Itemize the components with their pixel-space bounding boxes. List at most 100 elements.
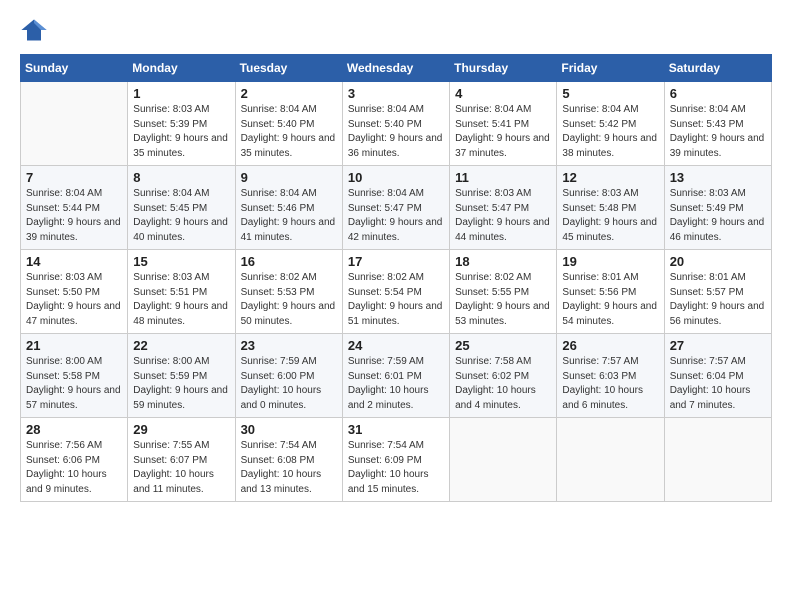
calendar-page: SundayMondayTuesdayWednesdayThursdayFrid… <box>0 0 792 518</box>
day-info: Sunrise: 7:55 AMSunset: 6:07 PMDaylight:… <box>133 439 229 497</box>
week-row-5: 28 Sunrise: 7:56 AMSunset: 6:06 PMDayligh… <box>21 418 772 502</box>
weekday-header-saturday: Saturday <box>664 55 771 82</box>
day-number: 4 <box>455 86 551 101</box>
day-number: 31 <box>348 422 444 437</box>
day-number: 5 <box>562 86 658 101</box>
calendar-table: SundayMondayTuesdayWednesdayThursdayFrid… <box>20 54 772 502</box>
day-cell <box>21 82 128 166</box>
day-number: 20 <box>670 254 766 269</box>
day-number: 29 <box>133 422 229 437</box>
day-number: 19 <box>562 254 658 269</box>
day-cell: 24 Sunrise: 7:59 AMSunset: 6:01 PMDayligh… <box>342 334 449 418</box>
day-cell: 10 Sunrise: 8:04 AMSunset: 5:47 PMDayligh… <box>342 166 449 250</box>
day-number: 10 <box>348 170 444 185</box>
day-cell: 28 Sunrise: 7:56 AMSunset: 6:06 PMDayligh… <box>21 418 128 502</box>
day-info: Sunrise: 8:00 AMSunset: 5:59 PMDaylight:… <box>133 355 229 413</box>
day-number: 3 <box>348 86 444 101</box>
day-info: Sunrise: 8:02 AMSunset: 5:54 PMDaylight:… <box>348 271 444 329</box>
day-info: Sunrise: 8:00 AMSunset: 5:58 PMDaylight:… <box>26 355 122 413</box>
day-cell: 31 Sunrise: 7:54 AMSunset: 6:09 PMDayligh… <box>342 418 449 502</box>
day-info: Sunrise: 8:03 AMSunset: 5:49 PMDaylight:… <box>670 187 766 245</box>
day-cell: 29 Sunrise: 7:55 AMSunset: 6:07 PMDayligh… <box>128 418 235 502</box>
weekday-header-thursday: Thursday <box>450 55 557 82</box>
day-number: 30 <box>241 422 337 437</box>
day-cell: 22 Sunrise: 8:00 AMSunset: 5:59 PMDayligh… <box>128 334 235 418</box>
day-cell: 25 Sunrise: 7:58 AMSunset: 6:02 PMDayligh… <box>450 334 557 418</box>
day-info: Sunrise: 7:54 AMSunset: 6:09 PMDaylight:… <box>348 439 444 497</box>
day-number: 25 <box>455 338 551 353</box>
day-number: 2 <box>241 86 337 101</box>
day-info: Sunrise: 8:03 AMSunset: 5:39 PMDaylight:… <box>133 103 229 161</box>
day-cell: 12 Sunrise: 8:03 AMSunset: 5:48 PMDayligh… <box>557 166 664 250</box>
day-number: 8 <box>133 170 229 185</box>
weekday-header-row: SundayMondayTuesdayWednesdayThursdayFrid… <box>21 55 772 82</box>
day-info: Sunrise: 8:04 AMSunset: 5:40 PMDaylight:… <box>241 103 337 161</box>
day-cell <box>450 418 557 502</box>
day-number: 18 <box>455 254 551 269</box>
day-cell: 2 Sunrise: 8:04 AMSunset: 5:40 PMDaylight… <box>235 82 342 166</box>
day-cell: 3Sunrise: 8:04 AMSunset: 5:40 PMDaylight… <box>342 82 449 166</box>
day-number: 13 <box>670 170 766 185</box>
day-info: Sunrise: 7:54 AMSunset: 6:08 PMDaylight:… <box>241 439 337 497</box>
logo-icon <box>20 16 48 44</box>
day-number: 26 <box>562 338 658 353</box>
weekday-header-sunday: Sunday <box>21 55 128 82</box>
day-cell: 9 Sunrise: 8:04 AMSunset: 5:46 PMDaylight… <box>235 166 342 250</box>
day-number: 17 <box>348 254 444 269</box>
day-number: 23 <box>241 338 337 353</box>
day-cell: 27 Sunrise: 7:57 AMSunset: 6:04 PMDayligh… <box>664 334 771 418</box>
day-info: Sunrise: 8:04 AMSunset: 5:44 PMDaylight:… <box>26 187 122 245</box>
day-number: 21 <box>26 338 122 353</box>
day-info: Sunrise: 8:04 AMSunset: 5:42 PMDaylight:… <box>562 103 658 161</box>
day-cell: 5 Sunrise: 8:04 AMSunset: 5:42 PMDaylight… <box>557 82 664 166</box>
day-cell: 19 Sunrise: 8:01 AMSunset: 5:56 PMDayligh… <box>557 250 664 334</box>
day-cell: 30 Sunrise: 7:54 AMSunset: 6:08 PMDayligh… <box>235 418 342 502</box>
day-cell: 20Sunrise: 8:01 AMSunset: 5:57 PMDayligh… <box>664 250 771 334</box>
logo <box>20 16 50 44</box>
day-info: Sunrise: 7:57 AMSunset: 6:03 PMDaylight:… <box>562 355 658 413</box>
day-info: Sunrise: 7:59 AMSunset: 6:01 PMDaylight:… <box>348 355 444 413</box>
day-info: Sunrise: 8:04 AMSunset: 5:43 PMDaylight:… <box>670 103 766 161</box>
day-cell <box>664 418 771 502</box>
day-info: Sunrise: 7:59 AMSunset: 6:00 PMDaylight:… <box>241 355 337 413</box>
day-cell: 17 Sunrise: 8:02 AMSunset: 5:54 PMDayligh… <box>342 250 449 334</box>
day-number: 11 <box>455 170 551 185</box>
day-info: Sunrise: 8:04 AMSunset: 5:47 PMDaylight:… <box>348 187 444 245</box>
weekday-header-tuesday: Tuesday <box>235 55 342 82</box>
day-info: Sunrise: 8:01 AMSunset: 5:56 PMDaylight:… <box>562 271 658 329</box>
day-info: Sunrise: 8:02 AMSunset: 5:53 PMDaylight:… <box>241 271 337 329</box>
weekday-header-friday: Friday <box>557 55 664 82</box>
day-info: Sunrise: 8:04 AMSunset: 5:41 PMDaylight:… <box>455 103 551 161</box>
day-number: 7 <box>26 170 122 185</box>
weekday-header-wednesday: Wednesday <box>342 55 449 82</box>
day-cell: 11 Sunrise: 8:03 AMSunset: 5:47 PMDayligh… <box>450 166 557 250</box>
day-cell: 6 Sunrise: 8:04 AMSunset: 5:43 PMDaylight… <box>664 82 771 166</box>
day-info: Sunrise: 8:04 AMSunset: 5:45 PMDaylight:… <box>133 187 229 245</box>
day-number: 6 <box>670 86 766 101</box>
day-info: Sunrise: 8:03 AMSunset: 5:47 PMDaylight:… <box>455 187 551 245</box>
header <box>20 16 772 44</box>
day-cell: 16 Sunrise: 8:02 AMSunset: 5:53 PMDayligh… <box>235 250 342 334</box>
day-info: Sunrise: 7:56 AMSunset: 6:06 PMDaylight:… <box>26 439 122 497</box>
day-number: 9 <box>241 170 337 185</box>
day-cell: 8 Sunrise: 8:04 AMSunset: 5:45 PMDaylight… <box>128 166 235 250</box>
day-cell <box>557 418 664 502</box>
day-cell: 26 Sunrise: 7:57 AMSunset: 6:03 PMDayligh… <box>557 334 664 418</box>
day-cell: 15Sunrise: 8:03 AMSunset: 5:51 PMDayligh… <box>128 250 235 334</box>
day-number: 12 <box>562 170 658 185</box>
day-info: Sunrise: 8:04 AMSunset: 5:46 PMDaylight:… <box>241 187 337 245</box>
day-number: 1 <box>133 86 229 101</box>
day-cell: 13 Sunrise: 8:03 AMSunset: 5:49 PMDayligh… <box>664 166 771 250</box>
day-number: 27 <box>670 338 766 353</box>
day-number: 14 <box>26 254 122 269</box>
day-info: Sunrise: 8:03 AMSunset: 5:48 PMDaylight:… <box>562 187 658 245</box>
day-cell: 4 Sunrise: 8:04 AMSunset: 5:41 PMDaylight… <box>450 82 557 166</box>
day-number: 22 <box>133 338 229 353</box>
day-cell: 7 Sunrise: 8:04 AMSunset: 5:44 PMDaylight… <box>21 166 128 250</box>
day-info: Sunrise: 7:57 AMSunset: 6:04 PMDaylight:… <box>670 355 766 413</box>
week-row-1: 1 Sunrise: 8:03 AMSunset: 5:39 PMDaylight… <box>21 82 772 166</box>
day-number: 24 <box>348 338 444 353</box>
day-number: 28 <box>26 422 122 437</box>
day-number: 16 <box>241 254 337 269</box>
day-info: Sunrise: 7:58 AMSunset: 6:02 PMDaylight:… <box>455 355 551 413</box>
